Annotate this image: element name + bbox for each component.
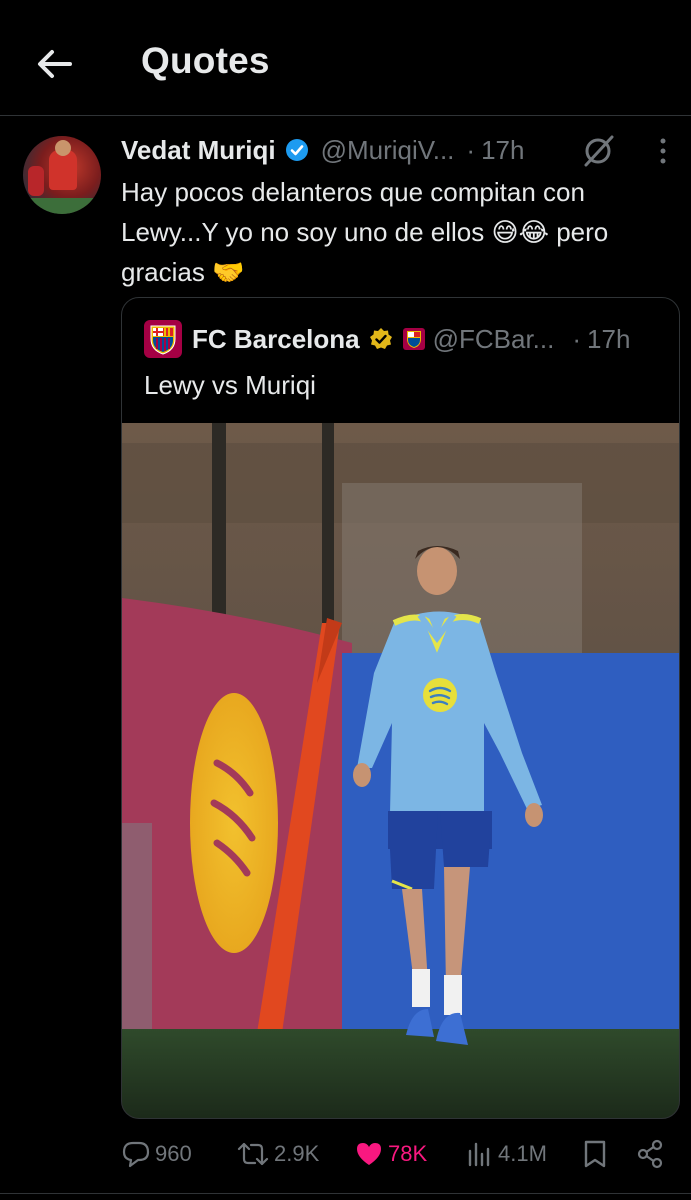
bookmark-icon (584, 1140, 606, 1168)
page-title: Quotes (141, 40, 270, 81)
fcb-avatar[interactable] (144, 320, 182, 358)
tweet-author-row: Vedat Muriqi @MuriqiV... · 17h (121, 132, 524, 168)
quoted-tweet-time[interactable]: 17h (587, 324, 630, 355)
quoted-author-row: FC Barcelona @FCBar... · 17h (144, 320, 630, 358)
fcb-crest-icon (150, 325, 176, 355)
grok-icon[interactable] (581, 134, 615, 168)
more-icon[interactable] (651, 136, 675, 166)
share-button[interactable] (636, 1134, 668, 1174)
heart-filled-icon (357, 1143, 381, 1165)
separator-dot: · (466, 134, 476, 165)
repost-button[interactable]: 2.9K (236, 1134, 319, 1174)
affiliate-badge-icon (402, 328, 425, 350)
tweet-time[interactable]: 17h (481, 135, 524, 166)
quoted-tweet-text: Lewy vs Muriqi (144, 370, 316, 400)
divider (0, 1193, 691, 1194)
quoted-tweet-card[interactable]: FC Barcelona @FCBar... · 17h Lewy vs Mur… (121, 297, 680, 1119)
repost-icon (237, 1142, 269, 1166)
like-button[interactable]: 78K (354, 1134, 427, 1174)
author-name[interactable]: Vedat Muriqi (121, 135, 276, 166)
like-count: 78K (388, 1141, 428, 1166)
repost-count: 2.9K (274, 1141, 320, 1166)
back-button[interactable] (32, 42, 76, 86)
views-count: 4.1M (498, 1141, 547, 1166)
tweet-text: Hay pocos delanteros que compitan con Le… (121, 177, 609, 287)
bookmark-button[interactable] (582, 1134, 612, 1174)
quoted-author-handle[interactable]: @FCBar... (433, 324, 555, 355)
verified-badge-icon (285, 139, 308, 161)
reply-count: 960 (155, 1141, 192, 1166)
views-chart-icon (468, 1142, 490, 1167)
separator-dot: · (572, 323, 582, 354)
author-avatar[interactable] (23, 136, 101, 214)
action-bar: 960 2.9K 78K 4.1M (0, 1134, 691, 1174)
top-bar: Quotes (0, 0, 691, 116)
share-icon (637, 1139, 663, 1169)
arrow-left-icon (38, 50, 72, 78)
reply-icon (122, 1141, 150, 1168)
quoted-author-name[interactable]: FC Barcelona (192, 324, 360, 355)
reply-button[interactable]: 960 (121, 1134, 192, 1174)
gold-verified-badge-icon (369, 328, 392, 349)
views-button[interactable]: 4.1M (466, 1134, 547, 1174)
author-handle[interactable]: @MuriqiV... (321, 135, 455, 166)
quoted-tweet-photo[interactable] (122, 423, 679, 1118)
